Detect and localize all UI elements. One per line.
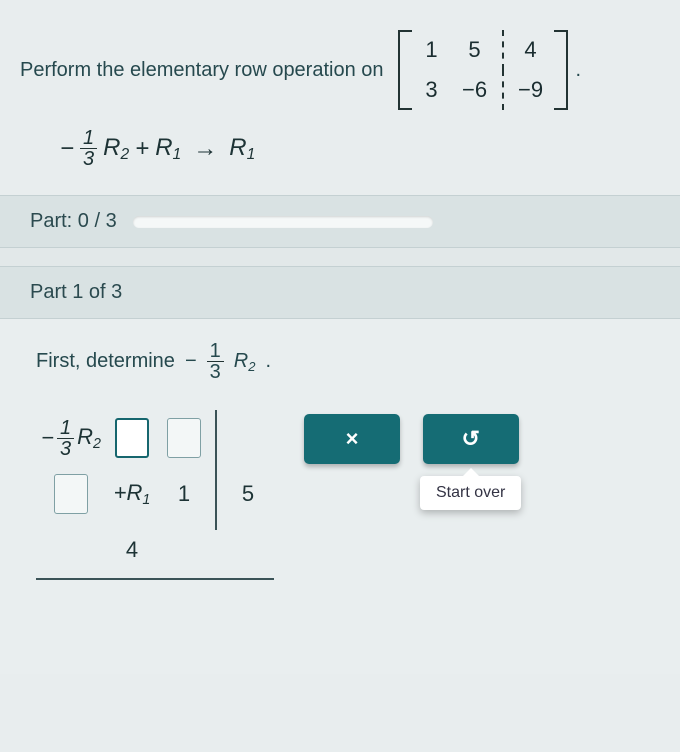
fraction: 1 3 <box>80 128 97 169</box>
section-gap <box>0 248 680 266</box>
m-r2c2: −6 <box>462 77 487 103</box>
answer-input-1[interactable] <box>115 418 149 458</box>
aug-line <box>215 410 217 530</box>
minus-sign: − <box>60 135 74 163</box>
R1-target: R1 <box>229 134 255 164</box>
button-panel: × ↺ Start over <box>304 414 521 510</box>
close-icon: × <box>346 426 359 452</box>
first-text: First, determine <box>36 350 175 373</box>
row1-label: − 1 3 R2 <box>41 418 101 459</box>
answer-input-3[interactable] <box>54 474 88 514</box>
expr-sign: − <box>185 350 197 373</box>
row2-v1: 1 <box>178 481 190 507</box>
reset-icon: ↺ <box>461 426 479 452</box>
R1-symbol: R1 <box>155 134 181 164</box>
part-header: Part 1 of 3 <box>0 266 680 319</box>
augmented-matrix: 1 5 4 3 −6 −9 <box>398 30 568 110</box>
m-r2c1: 3 <box>425 77 437 103</box>
m-r1c3: 4 <box>524 37 536 63</box>
expr-period: . <box>265 350 271 373</box>
m-r2c3: −9 <box>518 77 543 103</box>
sum-underline <box>36 578 274 580</box>
row-operation-expression: − 1 3 R2 + R1 → R1 <box>0 120 680 195</box>
expr-den: 3 <box>207 361 224 382</box>
arrow-icon: → <box>193 135 217 163</box>
problem-prompt: Perform the elementary row operation on <box>20 59 384 82</box>
reset-button[interactable]: ↺ <box>423 414 519 464</box>
expr-frac: 1 3 <box>207 341 224 382</box>
R2-symbol: R2 <box>103 134 129 164</box>
expr-R2: R2 <box>234 350 256 374</box>
answer-input-2[interactable] <box>167 418 201 458</box>
part-title: Part 1 of 3 <box>30 281 122 304</box>
problem-header: Perform the elementary row operation on … <box>0 0 680 120</box>
work-table: − 1 3 R2 +R1 1 5 4 <box>36 410 274 634</box>
reset-tooltip: Start over <box>420 476 521 510</box>
close-button[interactable]: × <box>304 414 400 464</box>
expr-num: 1 <box>207 341 224 361</box>
aug-divider <box>502 30 504 70</box>
bracket-right <box>554 30 568 110</box>
part-body: First, determine − 1 3 R2 . − 1 3 R2 <box>0 319 680 674</box>
period: . <box>576 59 582 82</box>
m-r1c1: 1 <box>425 37 437 63</box>
aug-divider <box>502 70 504 110</box>
plus-sign: + <box>135 135 149 163</box>
m-r1c2: 5 <box>468 37 480 63</box>
bracket-left <box>398 30 412 110</box>
frac-num: 1 <box>80 128 97 148</box>
progress-bar <box>133 216 433 228</box>
instruction-line: First, determine − 1 3 R2 . <box>36 341 644 382</box>
progress-section: Part: 0 / 3 <box>0 195 680 248</box>
row2-v2: 5 <box>242 481 254 507</box>
row2-label: +R1 <box>114 480 151 508</box>
frac-den: 3 <box>80 148 97 169</box>
row2-v3: 4 <box>126 537 138 563</box>
progress-label: Part: 0 / 3 <box>30 210 117 233</box>
